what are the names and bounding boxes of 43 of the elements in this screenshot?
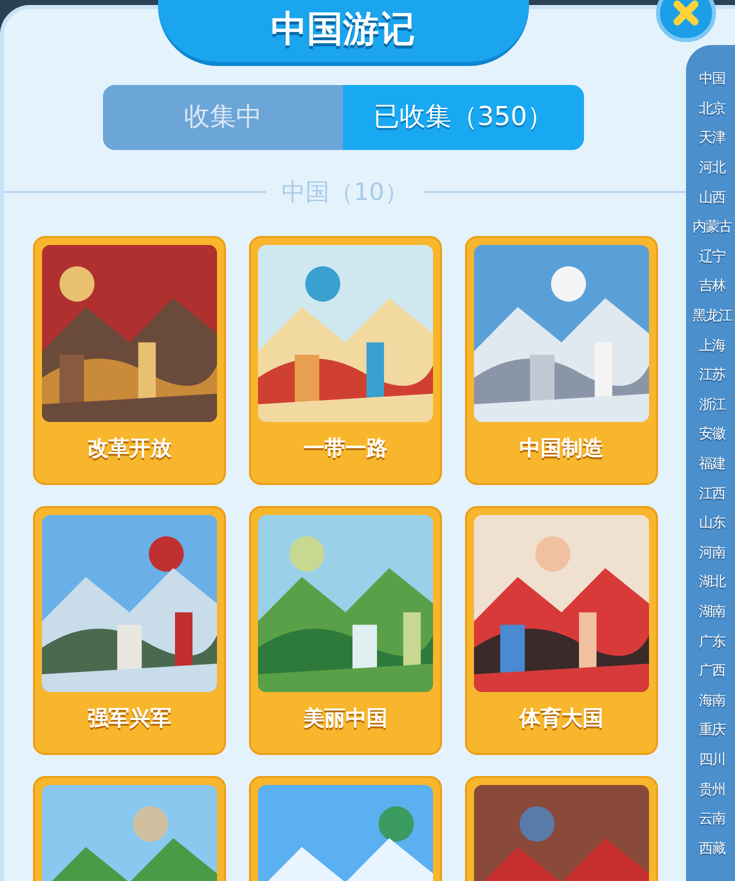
sidebar-item[interactable]: 山西	[699, 183, 725, 213]
sidebar-item[interactable]: 黑龙江	[692, 302, 732, 332]
collection-card[interactable]: 改革开放	[33, 236, 226, 485]
sidebar-item[interactable]: 海南	[699, 686, 725, 716]
collection-card[interactable]: 一带一路	[249, 236, 442, 485]
card-title: 改革开放	[86, 435, 172, 462]
sidebar-item[interactable]: 上海	[699, 331, 725, 361]
collection-card[interactable]: 体育大国	[465, 506, 658, 755]
window-title: 中国游记	[158, 0, 528, 66]
sidebar-item[interactable]: 安徽	[699, 420, 725, 450]
sidebar-item[interactable]: 江苏	[699, 360, 725, 391]
sidebar-item[interactable]: 江西	[699, 479, 725, 509]
sidebar-item[interactable]: 内蒙古	[692, 212, 732, 243]
sidebar-item[interactable]: 中国	[699, 65, 725, 95]
close-icon	[671, 0, 701, 28]
sidebar-item[interactable]: 广东	[699, 627, 725, 657]
sidebar-item[interactable]: 天津	[699, 124, 725, 154]
tab[interactable]: 已收集（350）	[343, 85, 584, 150]
sidebar-item[interactable]: 湖南	[699, 598, 725, 628]
card-title: 强军兴军	[86, 705, 172, 732]
sidebar-item[interactable]: 四川	[699, 746, 725, 776]
sidebar-item[interactable]: 贵州	[699, 775, 725, 805]
sidebar-item[interactable]: 湖北	[699, 568, 725, 598]
sidebar-item[interactable]: 河南	[699, 538, 725, 568]
sidebar-item[interactable]: 辽宁	[699, 242, 725, 272]
collection-card[interactable]: 中国制造	[465, 236, 658, 485]
sidebar-item[interactable]: 西藏	[699, 834, 725, 864]
collection-card[interactable]: 强军兴军	[33, 506, 226, 755]
sidebar-item[interactable]: 河北	[699, 154, 725, 184]
sidebar-item[interactable]: 北京	[699, 94, 725, 124]
sidebar-item[interactable]: 云南	[699, 804, 725, 834]
card-title: 体育大国	[518, 705, 604, 732]
sidebar-item[interactable]: 重庆	[699, 716, 725, 746]
sidebar-item[interactable]: 吉林	[699, 272, 725, 302]
sidebar-item[interactable]: 山东	[699, 508, 725, 538]
card-title: 美丽中国	[302, 705, 388, 732]
collection-card[interactable]: 美丽中国	[249, 506, 442, 755]
sidebar-item[interactable]: 福建	[699, 450, 725, 480]
card-title: 中国制造	[518, 435, 604, 462]
card-title: 一带一路	[302, 435, 388, 462]
sidebar-item[interactable]: 浙江	[699, 390, 725, 420]
sidebar-item[interactable]: 广西	[699, 656, 725, 686]
section-heading: 中国（10）	[282, 177, 408, 208]
